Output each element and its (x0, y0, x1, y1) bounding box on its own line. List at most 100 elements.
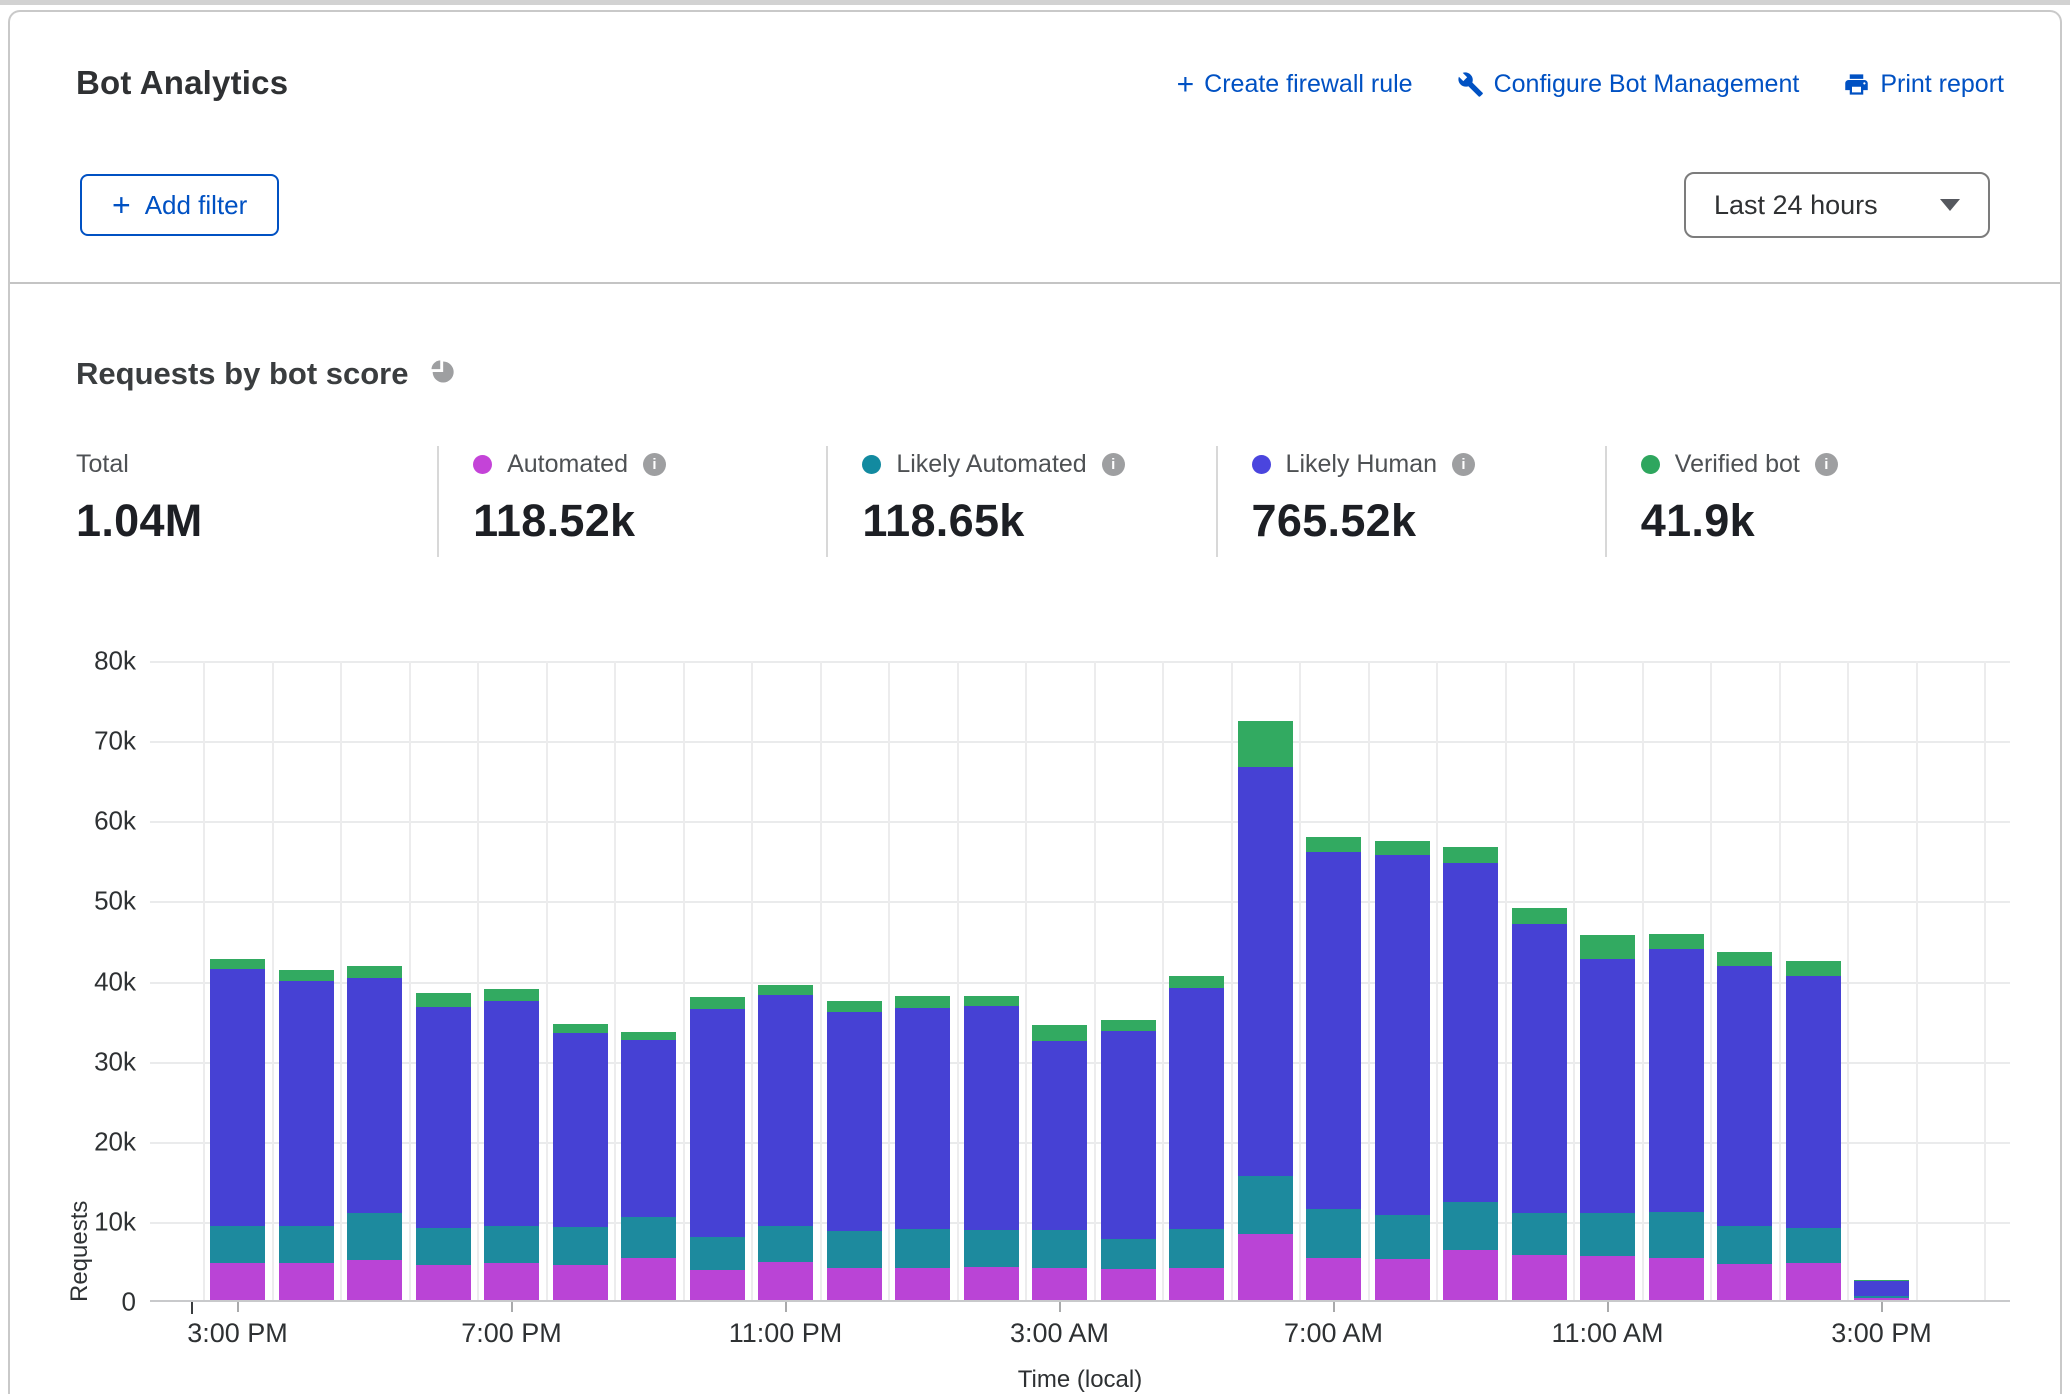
bar-10-00-am-19[interactable] (1512, 908, 1567, 1300)
segment-automated (1512, 1255, 1567, 1300)
segment-automated (416, 1265, 471, 1300)
segment-likely-automated (279, 1226, 334, 1264)
segment-verified-bot (1717, 952, 1772, 966)
top-edge-strip (0, 0, 2070, 5)
segment-automated (279, 1263, 334, 1300)
bar-5-00-am-14[interactable] (1169, 976, 1224, 1300)
bar-1-00-pm-22[interactable] (1717, 952, 1772, 1300)
configure-bot-management-link[interactable]: Configure Bot Management (1457, 70, 1800, 99)
stat-total: Total 1.04M (76, 446, 437, 557)
plot-area (150, 661, 2010, 1302)
segment-automated (1238, 1234, 1293, 1301)
segment-automated (1101, 1269, 1156, 1300)
x-tick-7-00-pm: 7:00 PM (461, 1318, 562, 1349)
create-firewall-rule-link[interactable]: + Create firewall rule (1177, 70, 1413, 99)
bar-7-00-am-16[interactable] (1306, 837, 1361, 1300)
bar-3-00-pm-0[interactable] (210, 959, 265, 1300)
bar-2-00-pm-23[interactable] (1786, 961, 1841, 1300)
x-tick-mark (1059, 1302, 1061, 1312)
legend-dot-3 (1641, 455, 1660, 474)
bar-11-00-pm-8[interactable] (758, 985, 813, 1300)
info-icon[interactable]: i (1102, 453, 1125, 476)
segment-likely-human (1032, 1041, 1087, 1230)
bar-5-00-pm-2[interactable] (347, 966, 402, 1300)
segment-likely-automated (1032, 1230, 1087, 1268)
segment-verified-bot (1580, 935, 1635, 959)
segment-automated (347, 1260, 402, 1300)
bar-2-00-am-11[interactable] (964, 996, 1019, 1300)
bar-8-00-pm-5[interactable] (553, 1024, 608, 1300)
gridline-v (820, 661, 822, 1300)
bar-6-00-pm-3[interactable] (416, 993, 471, 1300)
bar-8-00-am-17[interactable] (1375, 841, 1430, 1300)
segment-likely-automated (1786, 1228, 1841, 1263)
wrench-icon (1457, 71, 1484, 98)
segment-likely-human (210, 969, 265, 1226)
gridline-v (683, 661, 685, 1300)
gridline-h-80k (150, 661, 2010, 663)
gridline-v (751, 661, 753, 1300)
configure-bot-management-label: Configure Bot Management (1494, 70, 1800, 99)
gridline-v (1642, 661, 1644, 1300)
info-icon[interactable]: i (643, 453, 666, 476)
segment-likely-automated (347, 1213, 402, 1260)
x-tick-11-00-pm: 11:00 PM (729, 1318, 843, 1349)
stat-likely-automated-value: 118.65k (862, 495, 1205, 547)
info-icon[interactable]: i (1815, 453, 1838, 476)
add-filter-button[interactable]: + Add filter (80, 174, 279, 236)
segment-verified-bot (827, 1001, 882, 1011)
info-icon[interactable]: i (1452, 453, 1475, 476)
segment-automated (895, 1268, 950, 1300)
gridline-v (1779, 661, 1781, 1300)
segment-verified-bot (279, 970, 334, 981)
bar-6-00-am-15[interactable] (1238, 721, 1293, 1300)
gridline-v (614, 661, 616, 1300)
segment-automated (1649, 1258, 1704, 1300)
section-title-row: Requests by bot score (10, 284, 2060, 392)
pie-chart-icon (428, 358, 456, 391)
bar-9-00-pm-6[interactable] (621, 1032, 676, 1300)
stat-verified-bot-label: Verified bot (1675, 450, 1800, 479)
stat-likely-human-value: 765.52k (1252, 495, 1595, 547)
bar-9-00-am-18[interactable] (1443, 847, 1498, 1300)
bar-12-00-am-9[interactable] (827, 1001, 882, 1300)
segment-verified-bot (1443, 847, 1498, 862)
segment-likely-human (1375, 855, 1430, 1215)
segment-automated (1306, 1258, 1361, 1300)
filter-row: + Add filter Last 24 hours (10, 102, 2060, 238)
gridline-v (1916, 661, 1918, 1300)
time-range-select[interactable]: Last 24 hours (1684, 172, 1990, 238)
bar-10-00-pm-7[interactable] (690, 997, 745, 1300)
gridline-v (477, 661, 479, 1300)
segment-verified-bot (1649, 934, 1704, 949)
bar-12-00-pm-21[interactable] (1649, 934, 1704, 1300)
bar-4-00-am-13[interactable] (1101, 1020, 1156, 1300)
segment-likely-automated (1101, 1239, 1156, 1269)
bar-4-00-pm-1[interactable] (279, 970, 334, 1300)
y-tick-50k: 50k (94, 886, 136, 917)
gridline-v (1847, 661, 1849, 1300)
gridline-v (1162, 661, 1164, 1300)
x-tick-mark (1607, 1302, 1609, 1312)
print-report-label: Print report (1880, 70, 2004, 99)
bar-7-00-pm-4[interactable] (484, 989, 539, 1300)
legend-dot-0 (473, 455, 492, 474)
stat-likely-human: Likely Human i 765.52k (1216, 446, 1605, 557)
bar-3-00-pm-24[interactable] (1854, 1280, 1909, 1300)
bar-3-00-am-12[interactable] (1032, 1025, 1087, 1300)
stat-total-label: Total (76, 450, 129, 479)
bar-1-00-am-10[interactable] (895, 996, 950, 1300)
segment-likely-automated (416, 1228, 471, 1265)
segment-likely-automated (827, 1231, 882, 1268)
segment-likely-automated (1649, 1212, 1704, 1258)
y-axis-ticks: 010k20k30k40k50k60k70k80k (10, 661, 136, 1302)
x-tick-3-00-am: 3:00 AM (1010, 1318, 1109, 1349)
gridline-v (340, 661, 342, 1300)
print-report-link[interactable]: Print report (1843, 70, 2004, 99)
segment-verified-bot (1786, 961, 1841, 976)
bar-11-00-am-20[interactable] (1580, 935, 1635, 1300)
x-tick-mark (1333, 1302, 1335, 1312)
segment-verified-bot (1512, 908, 1567, 924)
segment-verified-bot (1169, 976, 1224, 989)
stat-total-value: 1.04M (76, 495, 427, 547)
